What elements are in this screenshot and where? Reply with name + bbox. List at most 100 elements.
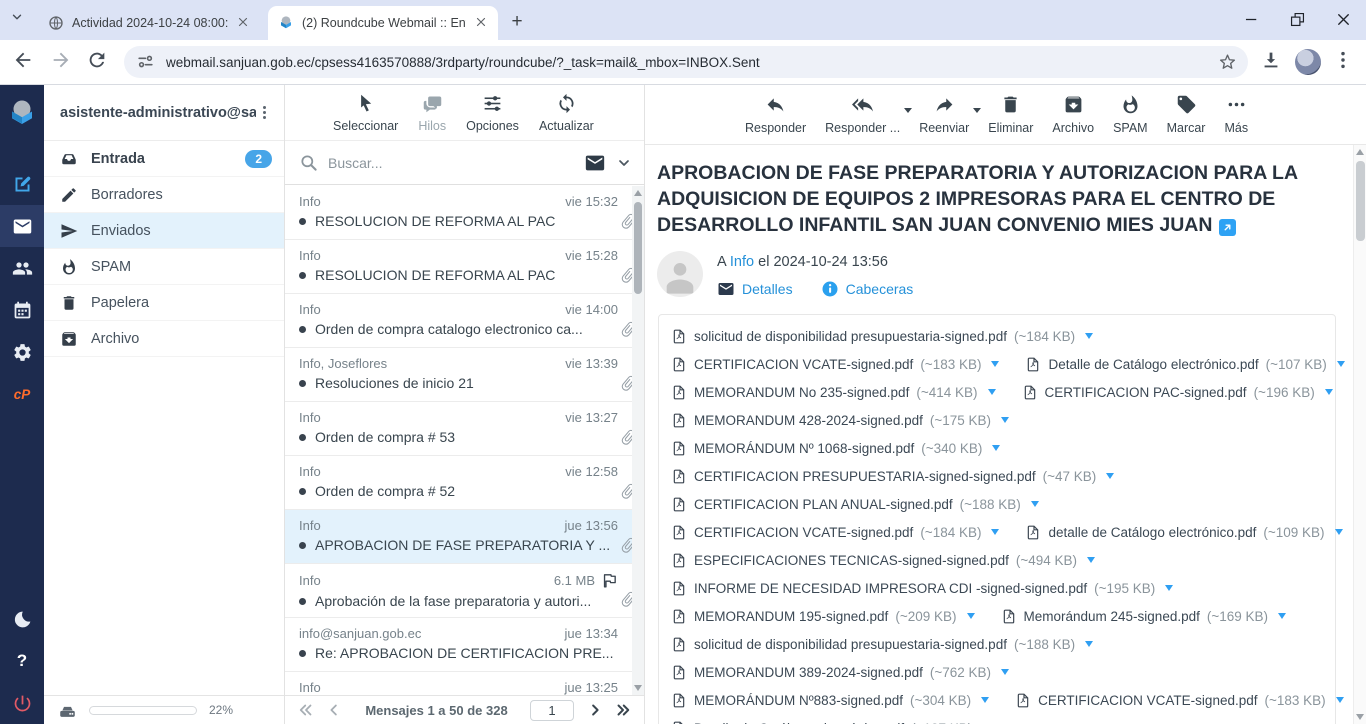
browser-tab-roundcube[interactable]: (2) Roundcube Webmail :: Envia: [268, 6, 498, 40]
folder-item-papelera[interactable]: Papelera: [44, 285, 284, 321]
attachment-item[interactable]: INFORME DE NECESIDAD IMPRESORA CDI -sign…: [671, 580, 1173, 597]
last-page-icon[interactable]: [614, 701, 632, 719]
attachment-name[interactable]: CERTIFICACION PRESUPUESTARIA-signed-sign…: [694, 469, 1036, 484]
sender-link[interactable]: Info: [730, 254, 754, 270]
reader-toolbar-reenviar[interactable]: Reenviar: [919, 94, 969, 135]
folder-item-entrada[interactable]: Entrada2: [44, 141, 284, 177]
attachment-menu-caret-icon[interactable]: [981, 697, 989, 703]
list-scrollbar-thumb[interactable]: [634, 202, 642, 294]
attachment-item[interactable]: MEMORÁNDUM Nº883-signed.pdf (~304 KB): [671, 692, 989, 709]
list-toolbar-opciones[interactable]: Opciones: [466, 93, 519, 133]
attachment-name[interactable]: MEMORANDUM 428-2024-signed.pdf: [694, 413, 923, 428]
cpanel-icon[interactable]: cP: [0, 373, 44, 415]
attachment-item[interactable]: CERTIFICACION PAC-signed.pdf (~196 KB): [1022, 384, 1333, 401]
attachment-menu-caret-icon[interactable]: [1336, 697, 1344, 703]
rail-contacts-icon[interactable]: [0, 247, 44, 289]
attachment-menu-caret-icon[interactable]: [1106, 473, 1114, 479]
list-toolbar-seleccionar[interactable]: Seleccionar: [333, 93, 398, 133]
rail-settings-icon[interactable]: [0, 331, 44, 373]
forward-icon[interactable]: [50, 49, 76, 75]
message-row[interactable]: Info, Joseflores vie 13:39 Resoluciones …: [285, 348, 644, 402]
attachment-menu-caret-icon[interactable]: [1278, 613, 1286, 619]
reader-toolbar-m-s[interactable]: Más: [1224, 94, 1248, 135]
search-options-chevron-icon[interactable]: [616, 155, 632, 171]
prev-page-icon[interactable]: [325, 701, 343, 719]
message-row[interactable]: Info vie 14:00 Orden de compra catalogo …: [285, 294, 644, 348]
tab-close-icon[interactable]: [474, 15, 490, 31]
attachment-item[interactable]: Memorándum 245-signed.pdf (~169 KB): [1001, 608, 1287, 625]
scroll-up-icon[interactable]: [634, 190, 642, 196]
attachment-item[interactable]: CERTIFICACION PLAN ANUAL-signed.pdf (~18…: [671, 496, 1039, 513]
attachment-name[interactable]: Detalle de Catálogo electrónico.pdf: [694, 721, 904, 724]
attachment-name[interactable]: CERTIFICACION VCATE-signed.pdf: [694, 525, 913, 540]
scroll-down-icon[interactable]: [1356, 714, 1364, 720]
restore-button[interactable]: [1274, 0, 1320, 38]
reader-scrollbar-thumb[interactable]: [1356, 161, 1365, 241]
browser-profile-avatar[interactable]: [1295, 49, 1321, 75]
attachment-item[interactable]: CERTIFICACION VCATE-signed.pdf (~184 KB): [671, 524, 999, 541]
attachment-item[interactable]: MEMORANDUM 428-2024-signed.pdf (~175 KB): [671, 412, 1009, 429]
attachment-menu-caret-icon[interactable]: [1337, 361, 1345, 367]
message-row[interactable]: Info vie 15:32 RESOLUCION DE REFORMA AL …: [285, 186, 644, 240]
attachment-name[interactable]: MEMORÁNDUM Nº883-signed.pdf: [694, 693, 903, 708]
message-row[interactable]: info@sanjuan.gob.ec jue 13:34 Re: APROBA…: [285, 618, 644, 672]
open-in-new-window-icon[interactable]: [1219, 219, 1236, 236]
dropdown-caret-icon[interactable]: [904, 108, 912, 113]
attachment-menu-caret-icon[interactable]: [1165, 585, 1173, 591]
attachment-menu-caret-icon[interactable]: [1335, 529, 1343, 535]
attachment-name[interactable]: MEMORANDUM No 235-signed.pdf: [694, 385, 909, 400]
attachment-menu-caret-icon[interactable]: [1085, 641, 1093, 647]
attachment-name[interactable]: ESPECIFICACIONES TECNICAS-signed-signed.…: [694, 553, 1009, 568]
rail-mail-icon[interactable]: [0, 205, 44, 247]
bookmark-star-icon[interactable]: [1218, 52, 1238, 72]
attachment-name[interactable]: solicitud de disponibilidad presupuestar…: [694, 329, 1007, 344]
attachment-item[interactable]: MEMORANDUM No 235-signed.pdf (~414 KB): [671, 384, 996, 401]
attachment-item[interactable]: detalle de Catálogo electrónico.pdf (~10…: [1025, 524, 1342, 541]
message-row[interactable]: Info jue 13:25: [285, 672, 644, 695]
attachment-name[interactable]: CERTIFICACION VCATE-signed.pdf: [694, 357, 913, 372]
back-icon[interactable]: [12, 49, 38, 75]
scroll-down-icon[interactable]: [634, 685, 642, 691]
address-bar[interactable]: webmail.sanjuan.gob.ec/cpsess4163570888/…: [124, 46, 1248, 78]
account-menu-icon[interactable]: [256, 104, 274, 122]
attachment-menu-caret-icon[interactable]: [1001, 417, 1009, 423]
tab-search-icon[interactable]: [10, 10, 24, 29]
attachment-item[interactable]: MEMORANDUM 195-signed.pdf (~209 KB): [671, 608, 975, 625]
close-button[interactable]: [1320, 0, 1366, 38]
message-row[interactable]: Info vie 12:58 Orden de compra # 52: [285, 456, 644, 510]
page-number-input[interactable]: [530, 700, 574, 721]
reload-icon[interactable]: [86, 49, 112, 75]
message-row[interactable]: Info jue 13:56 APROBACION DE FASE PREPAR…: [285, 510, 644, 564]
folder-item-archivo[interactable]: Archivo: [44, 321, 284, 357]
rail-compose-icon[interactable]: [0, 163, 44, 205]
attachment-menu-caret-icon[interactable]: [1325, 389, 1333, 395]
browser-menu-icon[interactable]: [1332, 49, 1358, 75]
power-icon[interactable]: [0, 682, 44, 724]
search-scope-mail-icon[interactable]: [584, 152, 606, 174]
attachment-item[interactable]: ESPECIFICACIONES TECNICAS-signed-signed.…: [671, 552, 1095, 569]
attachment-name[interactable]: MEMORANDUM 389-2024-signed.pdf: [694, 665, 923, 680]
details-toggle[interactable]: Detalles: [717, 280, 793, 298]
flag-icon[interactable]: [601, 572, 618, 589]
attachment-name[interactable]: INFORME DE NECESIDAD IMPRESORA CDI -sign…: [694, 581, 1087, 596]
reader-toolbar-spam[interactable]: SPAM: [1113, 94, 1148, 135]
browser-tab-activity[interactable]: Actividad 2024-10-24 08:00:00: [38, 6, 268, 40]
next-page-icon[interactable]: [586, 701, 604, 719]
attachment-menu-caret-icon[interactable]: [992, 445, 1000, 451]
search-icon[interactable]: [299, 153, 318, 172]
minimize-button[interactable]: [1228, 0, 1274, 38]
attachment-menu-caret-icon[interactable]: [1085, 333, 1093, 339]
attachment-menu-caret-icon[interactable]: [1001, 669, 1009, 675]
help-icon[interactable]: ?: [0, 640, 44, 682]
attachment-item[interactable]: solicitud de disponibilidad presupuestar…: [671, 636, 1093, 653]
attachment-item[interactable]: MEMORÁNDUM Nº 1068-signed.pdf (~340 KB): [671, 440, 1000, 457]
site-settings-icon[interactable]: [136, 52, 156, 72]
reader-scrollbar[interactable]: [1353, 145, 1366, 724]
url-text[interactable]: webmail.sanjuan.gob.ec/cpsess4163570888/…: [166, 55, 1218, 70]
attachment-name[interactable]: CERTIFICACION VCATE-signed.pdf: [1038, 693, 1257, 708]
attachment-item[interactable]: MEMORANDUM 389-2024-signed.pdf (~762 KB): [671, 664, 1009, 681]
attachment-item[interactable]: CERTIFICACION PRESUPUESTARIA-signed-sign…: [671, 468, 1114, 485]
tab-close-icon[interactable]: [236, 15, 252, 31]
reader-toolbar-marcar[interactable]: Marcar: [1167, 94, 1206, 135]
attachment-name[interactable]: detalle de Catálogo electrónico.pdf: [1048, 525, 1256, 540]
